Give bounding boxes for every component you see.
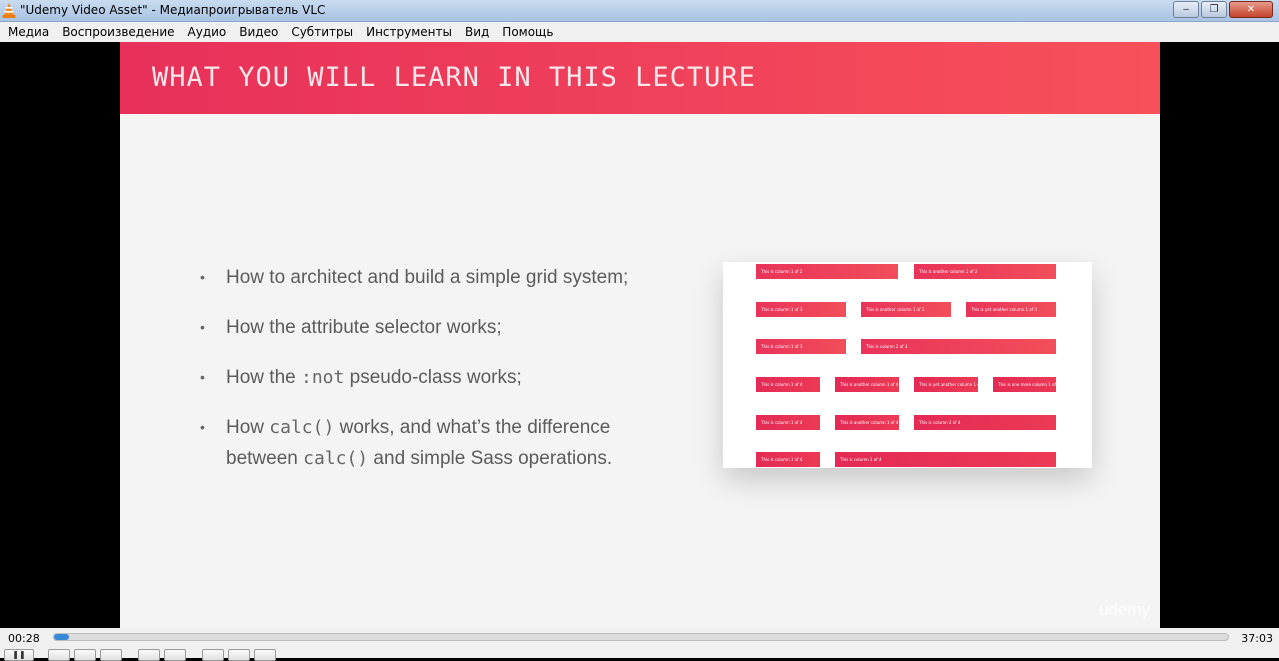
bullet-text: How the: [226, 367, 301, 388]
bullet-item: • How to architect and build a simple gr…: [200, 262, 680, 293]
slide-header: WHAT YOU WILL LEARN IN THIS LECTURE: [120, 42, 1160, 114]
seek-progress: [54, 634, 69, 640]
bullet-text: pseudo-class works;: [344, 367, 522, 388]
pause-button[interactable]: ❚❚: [4, 649, 34, 661]
bullet-symbol: •: [200, 419, 205, 435]
grid-cell: This is yet another column 1 of 4: [914, 377, 978, 392]
player-controls: 00:28 37:03 ❚❚: [0, 628, 1279, 661]
slide-title: WHAT YOU WILL LEARN IN THIS LECTURE: [152, 62, 756, 93]
grid-cell: This is column 1 of 2: [756, 264, 898, 279]
stop-button[interactable]: [74, 649, 96, 661]
grid-cell: This is column 3 of 4: [835, 452, 1056, 467]
grid-cell: This is yet another column 1 of 3: [966, 302, 1056, 317]
total-time: 37:03: [1241, 632, 1273, 645]
seek-bar[interactable]: [53, 633, 1229, 641]
title-bar: "Udemy Video Asset" - Медиапроигрыватель…: [0, 0, 1279, 22]
menu-audio[interactable]: Аудио: [183, 25, 232, 39]
shuffle-button[interactable]: [254, 649, 276, 661]
bullet-code: :not: [300, 367, 345, 388]
menu-help[interactable]: Помощь: [497, 25, 558, 39]
lecture-slide: WHAT YOU WILL LEARN IN THIS LECTURE • Ho…: [120, 42, 1160, 628]
bullet-text: How to architect and build a simple grid…: [226, 267, 629, 288]
menu-view[interactable]: Вид: [460, 25, 494, 39]
fullscreen-button[interactable]: [138, 649, 160, 661]
bullet-item: • How calc() works, and what’s the diffe…: [200, 412, 680, 474]
bullet-code: calc(): [269, 417, 335, 438]
bullet-symbol: •: [200, 319, 205, 335]
loop-button[interactable]: [228, 649, 250, 661]
bullet-symbol: •: [200, 269, 205, 285]
extended-settings-button[interactable]: [164, 649, 186, 661]
menu-media[interactable]: Медиа: [3, 25, 54, 39]
grid-cell: This is another column 1 of 2: [914, 264, 1056, 279]
menu-tools[interactable]: Инструменты: [361, 25, 457, 39]
close-button[interactable]: ✕: [1229, 1, 1273, 18]
bullet-item: • How the attribute selector works;: [200, 312, 680, 343]
vlc-cone-icon: [2, 3, 16, 18]
bullet-item: • How the :not pseudo-class works;: [200, 362, 680, 393]
grid-cell: This is column 1 of 4: [756, 415, 820, 430]
udemy-watermark: udemy: [1098, 600, 1150, 619]
grid-cell: This is another column 1 of 4: [835, 377, 899, 392]
grid-cell: This is another column 1 of 4: [835, 415, 899, 430]
grid-cell: This is column 2 of 3: [861, 339, 1056, 354]
bullet-text: How: [226, 417, 270, 438]
grid-example-image: This is column 1 of 2 This is another co…: [723, 262, 1092, 468]
menu-bar: Медиа Воспроизведение Аудио Видео Субтит…: [0, 22, 1279, 42]
bullet-list: • How to architect and build a simple gr…: [200, 262, 680, 493]
playlist-button[interactable]: [202, 649, 224, 661]
minimize-button[interactable]: ‒: [1173, 1, 1199, 18]
grid-cell: This is column 1 of 4: [756, 377, 820, 392]
next-button[interactable]: [100, 649, 122, 661]
grid-cell: This is column 1 of 3: [756, 339, 846, 354]
video-area[interactable]: WHAT YOU WILL LEARN IN THIS LECTURE • Ho…: [0, 42, 1279, 628]
bullet-symbol: •: [200, 369, 205, 385]
grid-cell: This is column 2 of 4: [914, 415, 1056, 430]
grid-cell: This is column 1 of 3: [756, 302, 846, 317]
menu-subtitles[interactable]: Субтитры: [286, 25, 358, 39]
window-title: "Udemy Video Asset" - Медиапроигрыватель…: [20, 3, 326, 17]
elapsed-time: 00:28: [8, 632, 40, 645]
previous-button[interactable]: [48, 649, 70, 661]
grid-cell: This is one more column 1 of 4: [993, 377, 1056, 392]
menu-video[interactable]: Видео: [234, 25, 283, 39]
bullet-text: and simple Sass operations.: [368, 448, 613, 469]
grid-cell: This is column 1 of 4: [756, 452, 820, 467]
grid-cell: This is another column 1 of 3: [861, 302, 951, 317]
bullet-code: calc(): [303, 448, 369, 469]
menu-playback[interactable]: Воспроизведение: [57, 25, 179, 39]
bullet-text: How the attribute selector works;: [226, 317, 502, 338]
maximize-button[interactable]: ❐: [1201, 1, 1227, 18]
